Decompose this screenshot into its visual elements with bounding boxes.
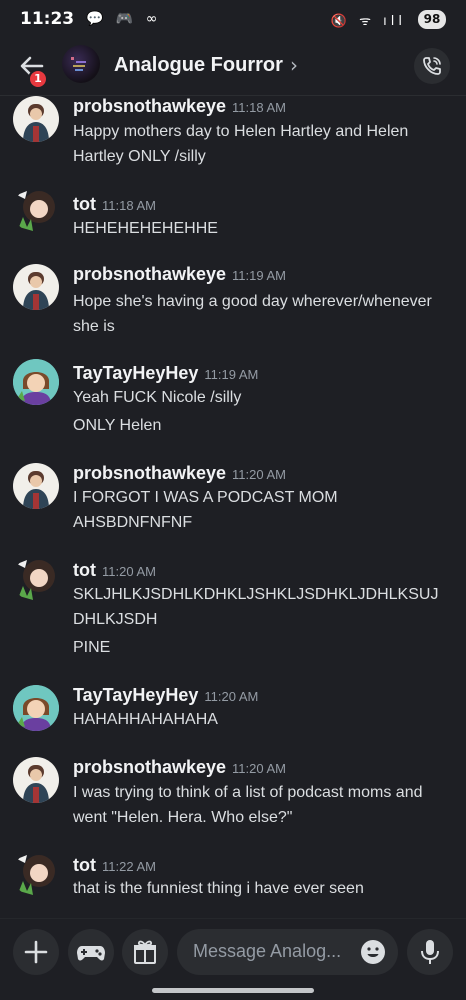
message-text: I FORGOT I WAS A PODCAST MOM	[73, 489, 338, 506]
voice-button[interactable]	[407, 929, 453, 975]
message-text: PINE	[73, 639, 111, 656]
avatar[interactable]	[13, 556, 59, 602]
avatar[interactable]	[13, 359, 59, 405]
timestamp: 11:18 AM	[232, 100, 287, 115]
avatar[interactable]	[13, 851, 59, 897]
message-text: Yeah FUCK Nicole /silly	[73, 389, 242, 406]
timestamp: 11:20 AM	[204, 689, 259, 704]
phone-icon	[423, 57, 441, 75]
activities-button[interactable]	[68, 929, 114, 975]
plus-icon	[24, 940, 48, 964]
group-avatar-art	[71, 57, 86, 71]
attach-button[interactable]	[13, 929, 59, 975]
battery-icon: 98	[418, 10, 446, 29]
message-text: Hope she's having a good day wherever/wh…	[73, 293, 432, 310]
timestamp: 11:20 AM	[101, 564, 156, 579]
timestamp: 11:22 AM	[101, 859, 156, 874]
emoji-icon[interactable]	[360, 939, 386, 965]
avatar[interactable]	[13, 757, 59, 803]
avatar[interactable]	[13, 463, 59, 509]
gift-button[interactable]	[122, 929, 168, 975]
call-button[interactable]	[414, 48, 450, 84]
channel-header: 1 Analogue Fourror ›	[0, 40, 466, 96]
gamepad-icon	[77, 946, 105, 961]
message-text: Hartley ONLY /silly	[73, 148, 206, 165]
channel-title[interactable]: Analogue Fourror	[114, 54, 283, 77]
message-text: HEHEHEHEHEHHE	[73, 220, 218, 237]
message-text: she is	[73, 318, 115, 335]
message-text: SKLJHLKJSDHLKDHKLJSHKLJSDHKLJDHLKSUJ	[73, 586, 439, 603]
notification-icons: 💬 🎮 ∞	[86, 11, 162, 27]
message-text: Happy mothers day to Helen Hartley and H…	[73, 123, 409, 140]
message-text: ONLY Helen	[73, 417, 162, 434]
avatar[interactable]	[13, 264, 59, 310]
avatar[interactable]	[13, 685, 59, 731]
gift-icon	[134, 940, 156, 964]
group-avatar[interactable]	[62, 45, 100, 83]
timestamp: 11:20 AM	[232, 467, 287, 482]
message-text: that is the funniest thing i have ever s…	[73, 880, 364, 897]
message-input[interactable]: Message Analog...	[177, 929, 398, 975]
author-name[interactable]: TayTayHeyHey	[73, 685, 198, 705]
timestamp: 11:20 AM	[232, 761, 287, 776]
message-text: HAHAHHAHAHAHA	[73, 711, 218, 728]
timestamp: 11:19 AM	[204, 367, 259, 382]
author-name[interactable]: tot	[73, 194, 96, 214]
timestamp: 11:18 AM	[101, 198, 156, 213]
message-text: I was trying to think of a list of podca…	[73, 784, 423, 801]
timestamp: 11:19 AM	[232, 268, 287, 283]
message-text: AHSBDNFNFNF	[73, 514, 193, 531]
status-bar: 11:23 💬 🎮 ∞ 🔇 ᯤ ıll 98	[0, 0, 466, 40]
unread-badge: 1	[28, 69, 48, 89]
author-name[interactable]: probsnothawkeye	[73, 264, 226, 284]
status-time: 11:23	[20, 9, 75, 29]
microphone-icon	[421, 940, 439, 964]
avatar[interactable]	[13, 96, 59, 142]
message-text: went "Helen. Hera. Who else?"	[73, 809, 293, 826]
message-input-placeholder: Message Analog...	[193, 941, 342, 961]
author-name[interactable]: probsnothawkeye	[73, 757, 226, 777]
chevron-right-icon[interactable]: ›	[290, 53, 298, 77]
message-text: DHLKJSDH	[73, 611, 158, 628]
signal-icons: 🔇 ᯤ ıll	[330, 14, 406, 29]
author-name[interactable]: probsnothawkeye	[73, 96, 226, 116]
avatar[interactable]	[13, 187, 59, 233]
author-name[interactable]: tot	[73, 855, 96, 875]
author-name[interactable]: TayTayHeyHey	[73, 363, 198, 383]
home-indicator[interactable]	[152, 988, 314, 993]
author-name[interactable]: probsnothawkeye	[73, 463, 226, 483]
author-name[interactable]: tot	[73, 560, 96, 580]
